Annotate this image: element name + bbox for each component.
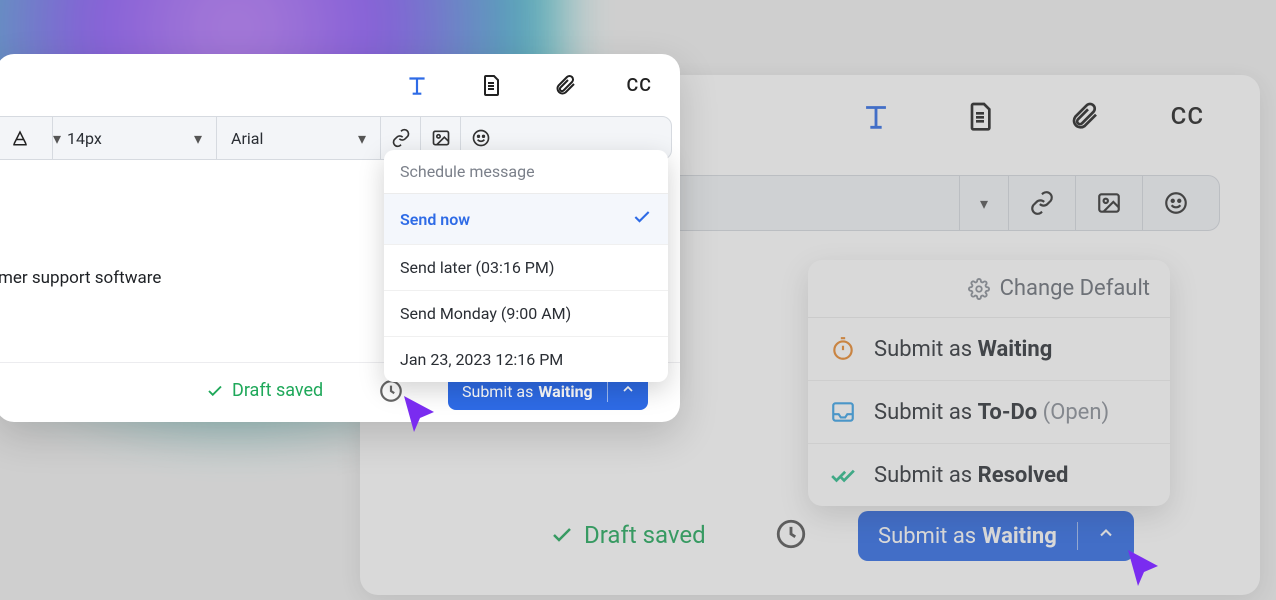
- submit-status-menu: Change Default Submit as Waiting Submit …: [808, 260, 1170, 506]
- text-color-icon: [11, 129, 29, 147]
- submit-status: Waiting: [538, 382, 592, 401]
- schedule-option-label: Send now: [400, 210, 470, 229]
- cursor-pointer-front: [398, 392, 446, 440]
- change-default-button[interactable]: Change Default: [808, 260, 1170, 318]
- submit-status: Waiting: [982, 524, 1057, 549]
- check-icon: [632, 207, 652, 231]
- editor-action-toolbar-front: CC: [404, 72, 652, 98]
- chevron-down-icon: ▾: [358, 129, 366, 148]
- dropdown-caret[interactable]: ▾: [960, 176, 1009, 230]
- chevron-down-icon: ▾: [194, 129, 202, 148]
- schedule-menu-header: Schedule message: [384, 150, 668, 194]
- schedule-option-label: Jan 23, 2023 12:16 PM: [400, 350, 563, 369]
- submit-caret-front[interactable]: [608, 381, 648, 401]
- cc-button-front[interactable]: CC: [626, 75, 652, 96]
- schedule-option-send-now[interactable]: Send now: [384, 194, 668, 245]
- text-format-icon[interactable]: [404, 72, 430, 98]
- submit-prefix: Submit as: [878, 524, 976, 549]
- draft-saved-label: Draft saved: [584, 521, 706, 549]
- font-family-value: Arial: [231, 129, 263, 148]
- document-icon[interactable]: [963, 99, 997, 133]
- schedule-menu: Schedule message Send now Send later (03…: [384, 150, 668, 382]
- submit-button-back[interactable]: Submit as Waiting: [858, 511, 1134, 561]
- submit-prefix: Submit as: [462, 382, 533, 401]
- status-option-resolved[interactable]: Submit as Resolved: [808, 444, 1170, 506]
- schedule-option-custom-date[interactable]: Jan 23, 2023 12:16 PM: [384, 337, 668, 382]
- cursor-pointer-back: [1122, 546, 1170, 594]
- draft-saved-indicator-back: Draft saved: [550, 521, 706, 549]
- document-icon[interactable]: [478, 72, 504, 98]
- attachment-icon[interactable]: [552, 72, 578, 98]
- gear-icon: [968, 278, 990, 300]
- link-icon[interactable]: [1009, 176, 1076, 230]
- font-size-value: 14px: [67, 129, 102, 148]
- stopwatch-icon: [830, 336, 856, 362]
- emoji-icon[interactable]: [1143, 176, 1209, 230]
- text-color-dropdown[interactable]: ▾: [0, 117, 53, 159]
- text-format-icon[interactable]: [859, 99, 893, 133]
- draft-saved-label: Draft saved: [232, 380, 323, 401]
- schedule-option-label: Send Monday (9:00 AM): [400, 304, 571, 323]
- image-icon[interactable]: [1076, 176, 1143, 230]
- inbox-icon: [830, 399, 856, 425]
- cc-button-back[interactable]: CC: [1171, 102, 1204, 130]
- editor-action-toolbar-back: CC: [859, 99, 1204, 133]
- schedule-clock-icon-back[interactable]: [774, 517, 808, 551]
- attachment-icon[interactable]: [1067, 99, 1101, 133]
- schedule-option-send-monday[interactable]: Send Monday (9:00 AM): [384, 291, 668, 337]
- status-option-todo[interactable]: Submit as To-Do (Open): [808, 381, 1170, 444]
- schedule-option-send-later[interactable]: Send later (03:16 PM): [384, 245, 668, 291]
- double-check-icon: [830, 462, 856, 488]
- font-size-dropdown[interactable]: 14px ▾: [53, 117, 217, 159]
- schedule-option-label: Send later (03:16 PM): [400, 258, 554, 277]
- font-family-dropdown[interactable]: Arial ▾: [217, 117, 381, 159]
- change-default-label: Change Default: [1000, 276, 1150, 301]
- status-option-waiting[interactable]: Submit as Waiting: [808, 318, 1170, 381]
- draft-saved-indicator-front: Draft saved: [206, 380, 323, 401]
